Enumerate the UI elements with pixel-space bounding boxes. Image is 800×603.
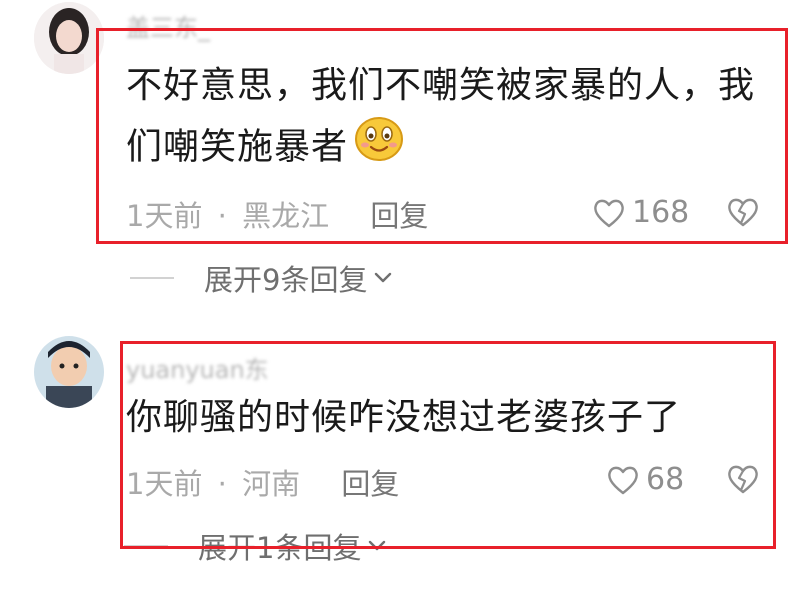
comment-text-line: 们嘲笑施暴者: [126, 116, 755, 181]
dislike-button[interactable]: [726, 196, 760, 232]
comment-meta: 1天前 · 河南 回复: [126, 461, 399, 503]
avatar[interactable]: [34, 2, 104, 74]
broken-heart-icon: [728, 465, 758, 494]
expand-replies-button[interactable]: 展开9条回复: [130, 257, 393, 299]
heart-icon: [608, 466, 638, 494]
divider-line: [124, 545, 168, 547]
dislike-button[interactable]: [726, 463, 760, 499]
chevron-down-icon: [369, 540, 386, 551]
like-count: 68: [646, 462, 685, 497]
reply-button[interactable]: 回复: [370, 199, 428, 233]
expand-label: 展开1条回复: [198, 531, 362, 565]
chevron-down-icon: [375, 272, 392, 283]
heart-icon: [594, 199, 624, 227]
comment-meta: 1天前 · 黑龙江 回复: [126, 193, 428, 235]
comment-time: 1天前: [126, 467, 203, 501]
divider-line: [130, 277, 174, 279]
comment-location: 河南: [242, 467, 301, 501]
comment-text: 你聊骚的时候咋没想过老婆孩子了: [126, 397, 682, 438]
like-button[interactable]: 168: [592, 195, 689, 230]
broken-heart-icon: [728, 198, 758, 227]
expand-label: 展开9条回复: [204, 263, 368, 297]
username[interactable]: 盖三东_: [126, 8, 210, 43]
comment-text-line: 不好意思，我们不嘲笑被家暴的人，我: [126, 65, 756, 106]
meta-separator: ·: [217, 199, 227, 233]
comment-time: 1天前: [126, 199, 203, 233]
smiling-face-icon: [354, 116, 404, 181]
expand-replies-button[interactable]: 展开1条回复: [124, 525, 387, 567]
avatar[interactable]: [34, 336, 104, 408]
reply-button[interactable]: 回复: [341, 467, 399, 501]
like-button[interactable]: 68: [606, 462, 684, 497]
username[interactable]: yuanyuan东: [126, 350, 269, 385]
comment-location: 黑龙江: [242, 199, 330, 233]
like-count: 168: [632, 195, 690, 230]
comment-text: 不好意思，我们不嘲笑被家暴的人，我 们嘲笑施暴者: [126, 56, 755, 181]
meta-separator: ·: [217, 467, 227, 501]
